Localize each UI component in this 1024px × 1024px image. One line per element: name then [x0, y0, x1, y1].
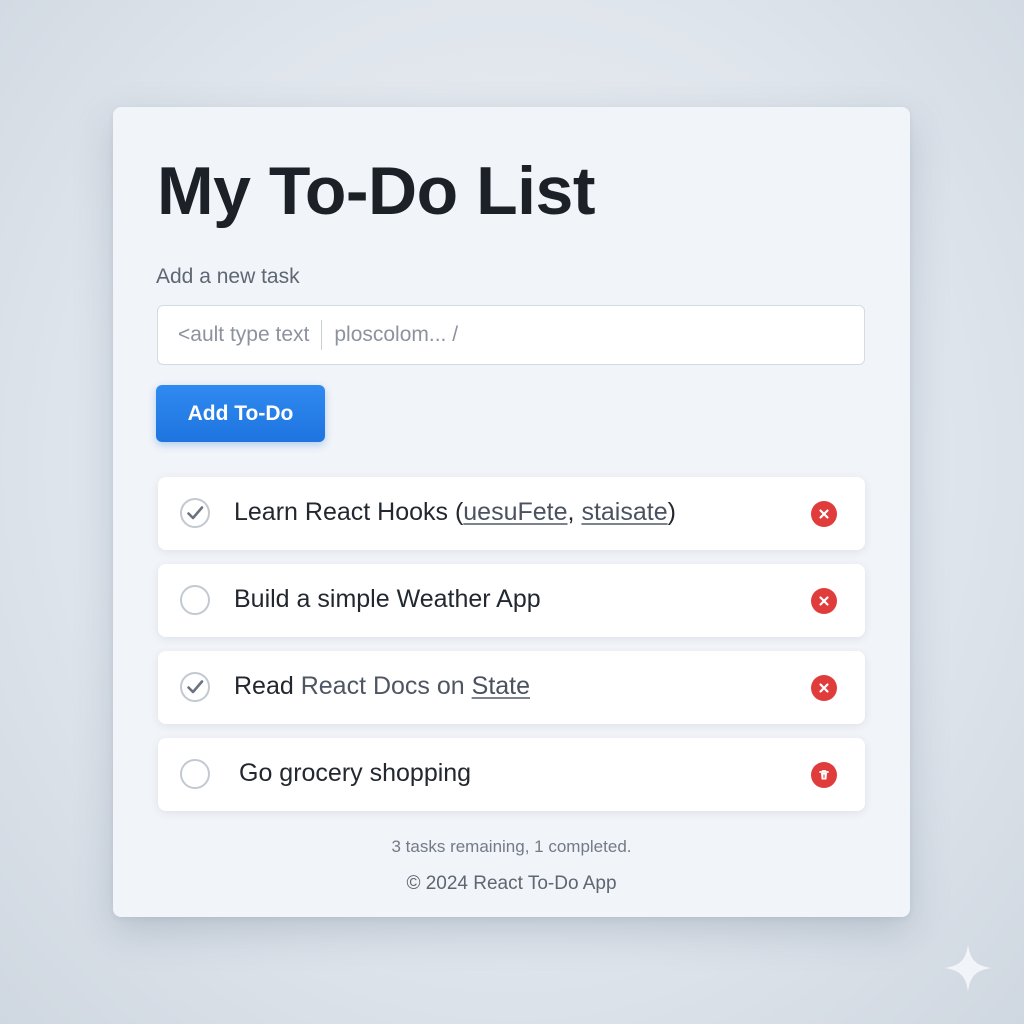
todo-text: Go grocery shopping [239, 759, 472, 787]
todo-item: Go grocery shopping [158, 738, 865, 811]
todo-link[interactable]: staisate [581, 498, 667, 526]
checkmark-icon [187, 680, 204, 694]
new-task-label: Add a new task [156, 265, 300, 288]
todo-item: Read React Docs on State [158, 651, 865, 724]
delete-button[interactable] [811, 675, 837, 701]
input-value-part1: <ault type text [178, 323, 310, 346]
delete-button[interactable] [811, 762, 837, 788]
sparkle-icon [944, 944, 992, 992]
task-status: 3 tasks remaining, 1 completed. [391, 837, 632, 856]
todo-item: Learn React Hooks (uesuFete, staisate) [158, 477, 865, 550]
checkmark-icon [187, 506, 204, 520]
add-todo-button[interactable]: Add To-Do [156, 385, 325, 442]
close-circle-icon [819, 683, 829, 693]
todo-card: My To-Do List Add a new task <ault type … [113, 107, 910, 917]
trash-icon [819, 770, 829, 780]
close-circle-icon [819, 509, 829, 519]
todo-checkbox-checked[interactable] [180, 672, 210, 702]
todo-text: Read React Docs on State [234, 672, 531, 700]
todo-checkbox-checked[interactable] [180, 498, 210, 528]
page-title: My To-Do List [157, 153, 595, 229]
todo-checkbox[interactable] [180, 585, 210, 615]
input-value-part2: ploscolom... / [334, 323, 459, 346]
todo-link[interactable]: State [472, 672, 530, 700]
new-task-input[interactable]: <ault type text ploscolom... / [157, 305, 865, 365]
todo-text: Learn React Hooks (uesuFete, staisate) [234, 498, 676, 526]
close-circle-icon [819, 596, 829, 606]
copyright: © 2024 React To-Do App [406, 873, 617, 894]
text-cursor [321, 320, 323, 350]
todo-text: Build a simple Weather App [234, 585, 541, 613]
todo-list: Learn React Hooks (uesuFete, staisate) B… [158, 477, 865, 811]
delete-button[interactable] [811, 588, 837, 614]
todo-link[interactable]: uesuFete [463, 498, 567, 526]
todo-item: Build a simple Weather App [158, 564, 865, 637]
todo-checkbox[interactable] [180, 759, 210, 789]
delete-button[interactable] [811, 501, 837, 527]
